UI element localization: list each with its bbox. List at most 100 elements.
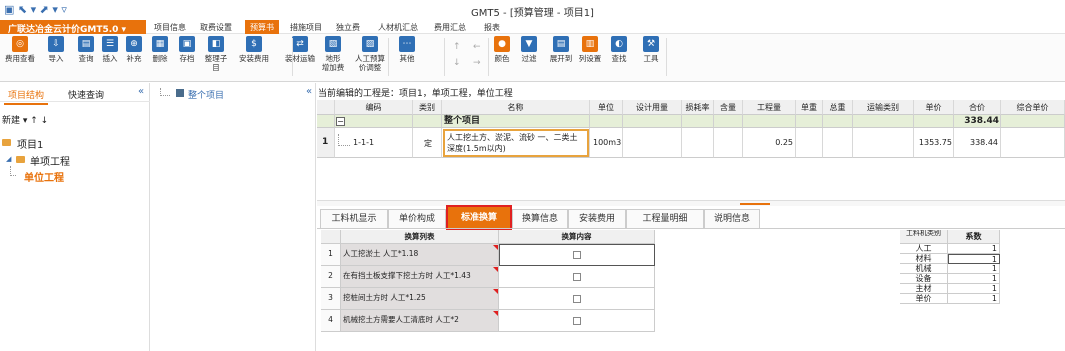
up-arrow-icon[interactable]: ↑ bbox=[453, 42, 461, 52]
checkbox[interactable] bbox=[573, 251, 581, 259]
new-button[interactable]: 新建 ▾ ↑ ↓ bbox=[2, 113, 48, 126]
collapse-panel-icon[interactable]: « bbox=[138, 86, 144, 97]
grid-header-8[interactable]: 单重 bbox=[796, 100, 823, 115]
ribbon-tools-button[interactable]: ⚒ 工具 bbox=[636, 36, 666, 63]
tab-install-fee[interactable]: 安装费用 bbox=[568, 209, 626, 228]
row-cell[interactable] bbox=[853, 128, 914, 158]
ribbon-columns-button[interactable]: ▥ 列设置 bbox=[576, 36, 604, 63]
ribbon-insert-button[interactable]: ☰ 插入 bbox=[98, 36, 122, 63]
splitter[interactable] bbox=[317, 200, 1065, 206]
app-menu-button[interactable]: 广联达冶金云计价GMT5.0 ▾ bbox=[0, 20, 146, 35]
tab-conversion-info[interactable]: 换算信息 bbox=[512, 209, 568, 228]
menu-reports[interactable]: 报表 bbox=[484, 22, 500, 33]
grid-header-4[interactable]: 设计用量 bbox=[623, 100, 682, 115]
factor-value[interactable]: 1 bbox=[948, 284, 1000, 294]
factor-value[interactable]: 1 bbox=[948, 274, 1000, 284]
ribbon-query-button[interactable]: ▤ 查询 bbox=[74, 36, 98, 63]
tab-material-display[interactable]: 工料机显示 bbox=[320, 209, 388, 228]
ribbon-expand-button[interactable]: ▤ 展开到 bbox=[546, 36, 576, 63]
row-cell[interactable] bbox=[623, 128, 682, 158]
supplement-icon: ⊕ bbox=[126, 36, 142, 52]
ribbon-color-button[interactable]: ● 颜色 bbox=[490, 36, 514, 63]
grid-header-10[interactable]: 运输类别 bbox=[853, 100, 914, 115]
factor-value[interactable]: 1 bbox=[948, 254, 1000, 264]
left-arrow-icon[interactable]: ← bbox=[473, 42, 481, 52]
grid-header-9[interactable]: 总重 bbox=[823, 100, 853, 115]
ribbon-other-button[interactable]: ⋯ 其他 bbox=[394, 36, 420, 63]
conv-row-num: 2 bbox=[321, 266, 341, 288]
collapse-mid-icon[interactable]: « bbox=[306, 86, 312, 97]
splitter-handle[interactable] bbox=[740, 203, 770, 205]
checkbox[interactable] bbox=[573, 317, 581, 325]
factor-value[interactable]: 1 bbox=[948, 244, 1000, 254]
ribbon-supplement-button[interactable]: ⊕ 补充 bbox=[122, 36, 146, 63]
row-name[interactable]: 人工挖土方、淤泥、流砂 一、二类土 深度(1.5m以内) bbox=[443, 129, 589, 157]
menu-fee-summary[interactable]: 费用汇总 bbox=[434, 22, 466, 33]
collapse-icon[interactable]: − bbox=[336, 117, 345, 126]
ribbon-label: 补充 bbox=[126, 54, 142, 63]
ribbon-filter-button[interactable]: ▼ 过滤 bbox=[516, 36, 542, 63]
ribbon-label: 安装费用 bbox=[239, 54, 269, 63]
ribbon-import-button[interactable]: ⇩ 导入 bbox=[40, 36, 72, 63]
ribbon-transport-button[interactable]: ⇄ 装材运输 bbox=[282, 36, 318, 63]
grid-header-0[interactable]: 编码 bbox=[335, 100, 413, 115]
grid-header-11[interactable]: 单价 bbox=[914, 100, 954, 115]
menu-budget-book[interactable]: 预算书 bbox=[245, 20, 279, 34]
row-price[interactable]: 1353.75 bbox=[914, 138, 952, 147]
row-cell[interactable] bbox=[714, 128, 743, 158]
grid-header-1[interactable]: 类别 bbox=[413, 100, 442, 115]
row-cell[interactable] bbox=[796, 128, 823, 158]
ribbon-archive-button[interactable]: ▣ 存档 bbox=[174, 36, 200, 63]
ribbon-terrain-button[interactable]: ▧ 地形 增加费 bbox=[318, 36, 348, 72]
checkbox[interactable] bbox=[573, 273, 581, 281]
menu-fee-settings[interactable]: 取费设置 bbox=[200, 22, 232, 33]
menu-independent-fee[interactable]: 独立费 bbox=[336, 22, 360, 33]
tab-description[interactable]: 说明信息 bbox=[704, 209, 760, 228]
row-unit[interactable]: 100m3 bbox=[593, 138, 621, 147]
menu-material-summary[interactable]: 人材机汇总 bbox=[378, 22, 418, 33]
ribbon-find-button[interactable]: ◐ 查找 bbox=[604, 36, 634, 63]
menu-project-info[interactable]: 项目信息 bbox=[154, 22, 186, 33]
expand-triangle-icon[interactable]: ◢ bbox=[6, 155, 11, 163]
checkbox[interactable] bbox=[573, 295, 581, 303]
grid-header-3[interactable]: 单位 bbox=[590, 100, 623, 115]
marker-icon bbox=[493, 289, 498, 294]
tab-project-structure[interactable]: 项目结构 bbox=[4, 86, 49, 105]
ribbon-labor-adjust-button[interactable]: ▨ 人工预算 价调整 bbox=[350, 36, 390, 72]
menu-measures[interactable]: 措施项目 bbox=[290, 22, 322, 33]
divider bbox=[0, 101, 150, 102]
grid-header-12[interactable]: 合价 bbox=[954, 100, 1001, 115]
ribbon-label: 装材运输 bbox=[285, 54, 315, 63]
grid-header-13[interactable]: 综合单价 bbox=[1001, 100, 1065, 115]
row-quantity[interactable]: 0.25 bbox=[743, 138, 793, 147]
ribbon-label: 颜色 bbox=[494, 54, 510, 63]
tree-item-project[interactable]: 项目1 bbox=[17, 136, 43, 151]
grid-header-5[interactable]: 损耗率 bbox=[682, 100, 714, 115]
tree-item-whole-project[interactable]: 整个项目 bbox=[188, 88, 224, 101]
ribbon-label: 地形 增加费 bbox=[321, 54, 345, 72]
row-cell[interactable] bbox=[682, 128, 714, 158]
row-cell[interactable] bbox=[1001, 128, 1065, 158]
conv-row-num: 4 bbox=[321, 310, 341, 332]
grid-header-6[interactable]: 含量 bbox=[714, 100, 743, 115]
ribbon-magnifier-button[interactable]: ◎ 费用查看 bbox=[3, 36, 37, 63]
right-arrow-icon[interactable]: → bbox=[473, 58, 481, 68]
row-cell[interactable] bbox=[823, 128, 853, 158]
row-code[interactable]: 1-1-1 bbox=[353, 138, 374, 147]
factor-value[interactable]: 1 bbox=[948, 264, 1000, 274]
tree-item-single-project[interactable]: 单项工程 bbox=[30, 153, 70, 168]
factor-value[interactable]: 1 bbox=[948, 294, 1000, 304]
down-arrow-icon[interactable]: ↓ bbox=[453, 58, 461, 68]
tab-quantity-detail[interactable]: 工程量明细 bbox=[626, 209, 704, 228]
tree-item-unit-project[interactable]: 单位工程 bbox=[24, 169, 64, 184]
grid-header-2[interactable]: 名称 bbox=[442, 100, 590, 115]
ribbon-delete-button[interactable]: ▦ 删除 bbox=[148, 36, 172, 63]
row-type[interactable]: 定 bbox=[424, 138, 432, 149]
grid-header-7[interactable]: 工程量 bbox=[743, 100, 796, 115]
ribbon-install-fee-button[interactable]: $ 安装费用 bbox=[230, 36, 278, 63]
tab-standard-conversion[interactable]: 标准换算 bbox=[446, 205, 512, 230]
ribbon-organize-button[interactable]: ◧ 整理子目 bbox=[202, 36, 230, 72]
tab-unit-price[interactable]: 单价构成 bbox=[388, 209, 446, 228]
row-total[interactable]: 338.44 bbox=[954, 138, 998, 147]
magnifier-icon: ◎ bbox=[12, 36, 28, 52]
